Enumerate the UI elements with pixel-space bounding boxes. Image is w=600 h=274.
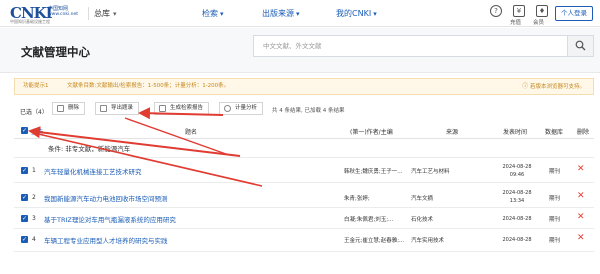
arrow-shaft-select-all bbox=[33, 132, 263, 187]
arrow-to-select-all bbox=[28, 126, 241, 157]
arrow-to-export bbox=[138, 107, 224, 120]
annotation-arrows bbox=[28, 107, 263, 187]
